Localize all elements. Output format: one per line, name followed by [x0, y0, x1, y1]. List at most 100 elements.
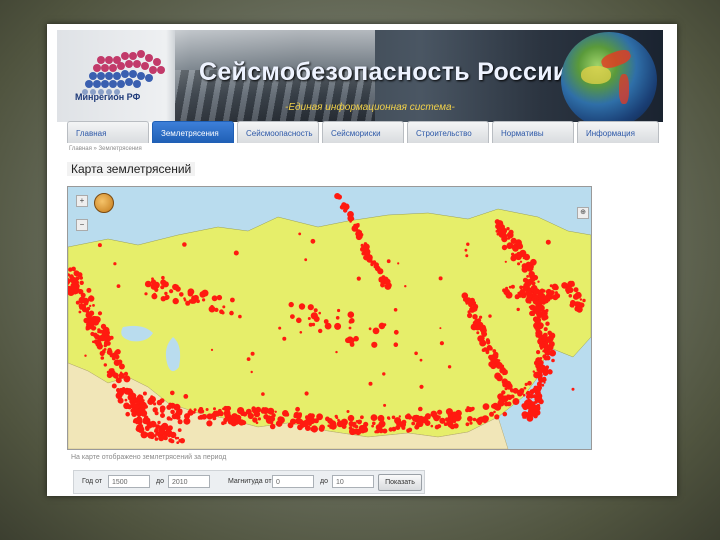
earthquake-marker: [530, 267, 534, 271]
earthquake-marker: [79, 280, 84, 285]
magnitude-to-input[interactable]: 10: [332, 475, 374, 488]
earthquake-marker: [282, 336, 287, 341]
breadcrumb[interactable]: Главная » Землетрясения: [69, 146, 142, 152]
earthquake-marker: [398, 415, 401, 418]
earthquake-marker: [75, 300, 80, 305]
earthquake-marker: [399, 421, 404, 426]
earthquake-marker: [465, 422, 470, 427]
earthquake-marker: [278, 326, 282, 330]
earthquake-marker: [233, 250, 239, 256]
show-button[interactable]: Показать: [378, 474, 422, 491]
earthquake-marker: [229, 310, 234, 316]
earthquake-marker: [504, 260, 507, 263]
earthquake-marker: [88, 310, 95, 316]
earthquake-marker: [313, 308, 318, 313]
earthquake-marker: [169, 402, 176, 409]
earthquake-marker: [525, 297, 532, 304]
earthquake-marker: [496, 361, 503, 369]
earthquake-marker: [537, 290, 541, 294]
earthquake-marker: [335, 316, 340, 320]
earthquake-marker: [139, 407, 144, 412]
earthquake-marker: [381, 275, 386, 279]
earthquake-marker: [78, 289, 84, 295]
tab-main[interactable]: Главная: [67, 121, 149, 143]
earthquake-marker: [541, 313, 549, 321]
earthquake-marker: [543, 381, 546, 384]
earthquake-marker: [529, 409, 536, 416]
magnitude-from-label: Магнитуда от: [228, 478, 272, 485]
earthquake-marker: [111, 383, 117, 389]
earthquake-map[interactable]: + − ⊕: [67, 186, 592, 450]
earthquake-marker: [370, 414, 378, 421]
tab-seismic-hazard[interactable]: Сейсмоопасность: [237, 121, 319, 143]
earthquake-marker: [170, 390, 175, 396]
earthquake-marker: [327, 424, 331, 428]
earthquake-marker: [539, 379, 542, 383]
earthquake-marker: [183, 394, 189, 399]
earthquake-marker: [531, 312, 535, 316]
earthquake-marker: [488, 346, 493, 351]
earthquake-marker: [467, 299, 474, 306]
earthquake-marker: [485, 338, 490, 342]
earthquake-marker: [92, 326, 97, 330]
earthquake-marker: [406, 413, 411, 418]
zoom-out-button[interactable]: −: [76, 219, 88, 231]
earthquake-marker: [285, 412, 290, 417]
earthquake-marker: [536, 387, 541, 393]
earthquake-marker: [536, 350, 541, 355]
map-options-icon[interactable]: ⊕: [577, 207, 589, 219]
main-nav: Главная Землетрясения Сейсмоопасность Се…: [67, 121, 662, 143]
earthquake-marker: [74, 270, 78, 274]
earthquake-marker: [364, 428, 368, 432]
magnitude-from-input[interactable]: 0: [272, 475, 314, 488]
layers-icon[interactable]: [94, 193, 114, 213]
earthquake-marker: [512, 387, 519, 394]
tab-construction[interactable]: Строительство: [407, 121, 489, 143]
earthquake-marker: [379, 420, 386, 428]
earthquake-marker: [311, 322, 316, 327]
earthquake-marker: [337, 308, 341, 313]
tab-earthquakes[interactable]: Землетрясения: [152, 121, 234, 143]
earthquake-marker: [523, 386, 527, 390]
earthquake-marker: [535, 332, 541, 338]
earthquake-marker: [411, 414, 419, 422]
tab-seismic-risks[interactable]: Сейсмориски: [322, 121, 404, 143]
earthquake-marker: [524, 382, 528, 386]
tab-regulations[interactable]: Нормативы: [492, 121, 574, 143]
earthquake-marker: [380, 281, 385, 286]
earthquake-marker: [465, 254, 469, 258]
earthquake-marker: [340, 418, 348, 426]
earthquake-marker: [316, 413, 323, 421]
earthquake-marker: [164, 291, 168, 296]
earthquake-marker: [360, 415, 364, 420]
year-to-input[interactable]: 2010: [168, 475, 210, 488]
earthquake-marker: [472, 417, 477, 422]
earthquake-marker: [335, 350, 338, 354]
earthquake-marker: [447, 365, 452, 369]
earthquake-marker: [158, 400, 162, 404]
earthquake-marker: [505, 286, 509, 290]
earthquake-marker: [488, 314, 492, 318]
earthquake-marker: [472, 314, 478, 320]
earthquake-marker: [113, 262, 117, 266]
earthquake-marker: [535, 357, 542, 364]
earthquake-marker: [154, 287, 159, 292]
minregion-logo[interactable]: [71, 40, 175, 116]
earthquake-marker: [109, 335, 114, 340]
earthquake-marker: [383, 403, 387, 407]
year-from-input[interactable]: 1500: [108, 475, 150, 488]
zoom-in-button[interactable]: +: [76, 195, 88, 207]
earthquake-marker: [467, 406, 473, 413]
map-canvas[interactable]: [68, 187, 591, 449]
earthquake-marker: [510, 244, 515, 249]
tab-information[interactable]: Информация: [577, 121, 659, 143]
earthquake-marker: [517, 291, 521, 295]
earthquake-marker: [271, 413, 276, 418]
earthquake-marker: [522, 265, 529, 271]
earthquake-marker: [479, 339, 487, 347]
earthquake-marker: [527, 264, 531, 268]
earthquake-marker: [507, 236, 511, 240]
site-title: Сейсмобезопасность России: [199, 58, 569, 86]
earthquake-marker: [368, 327, 372, 331]
earthquake-marker: [253, 410, 261, 418]
